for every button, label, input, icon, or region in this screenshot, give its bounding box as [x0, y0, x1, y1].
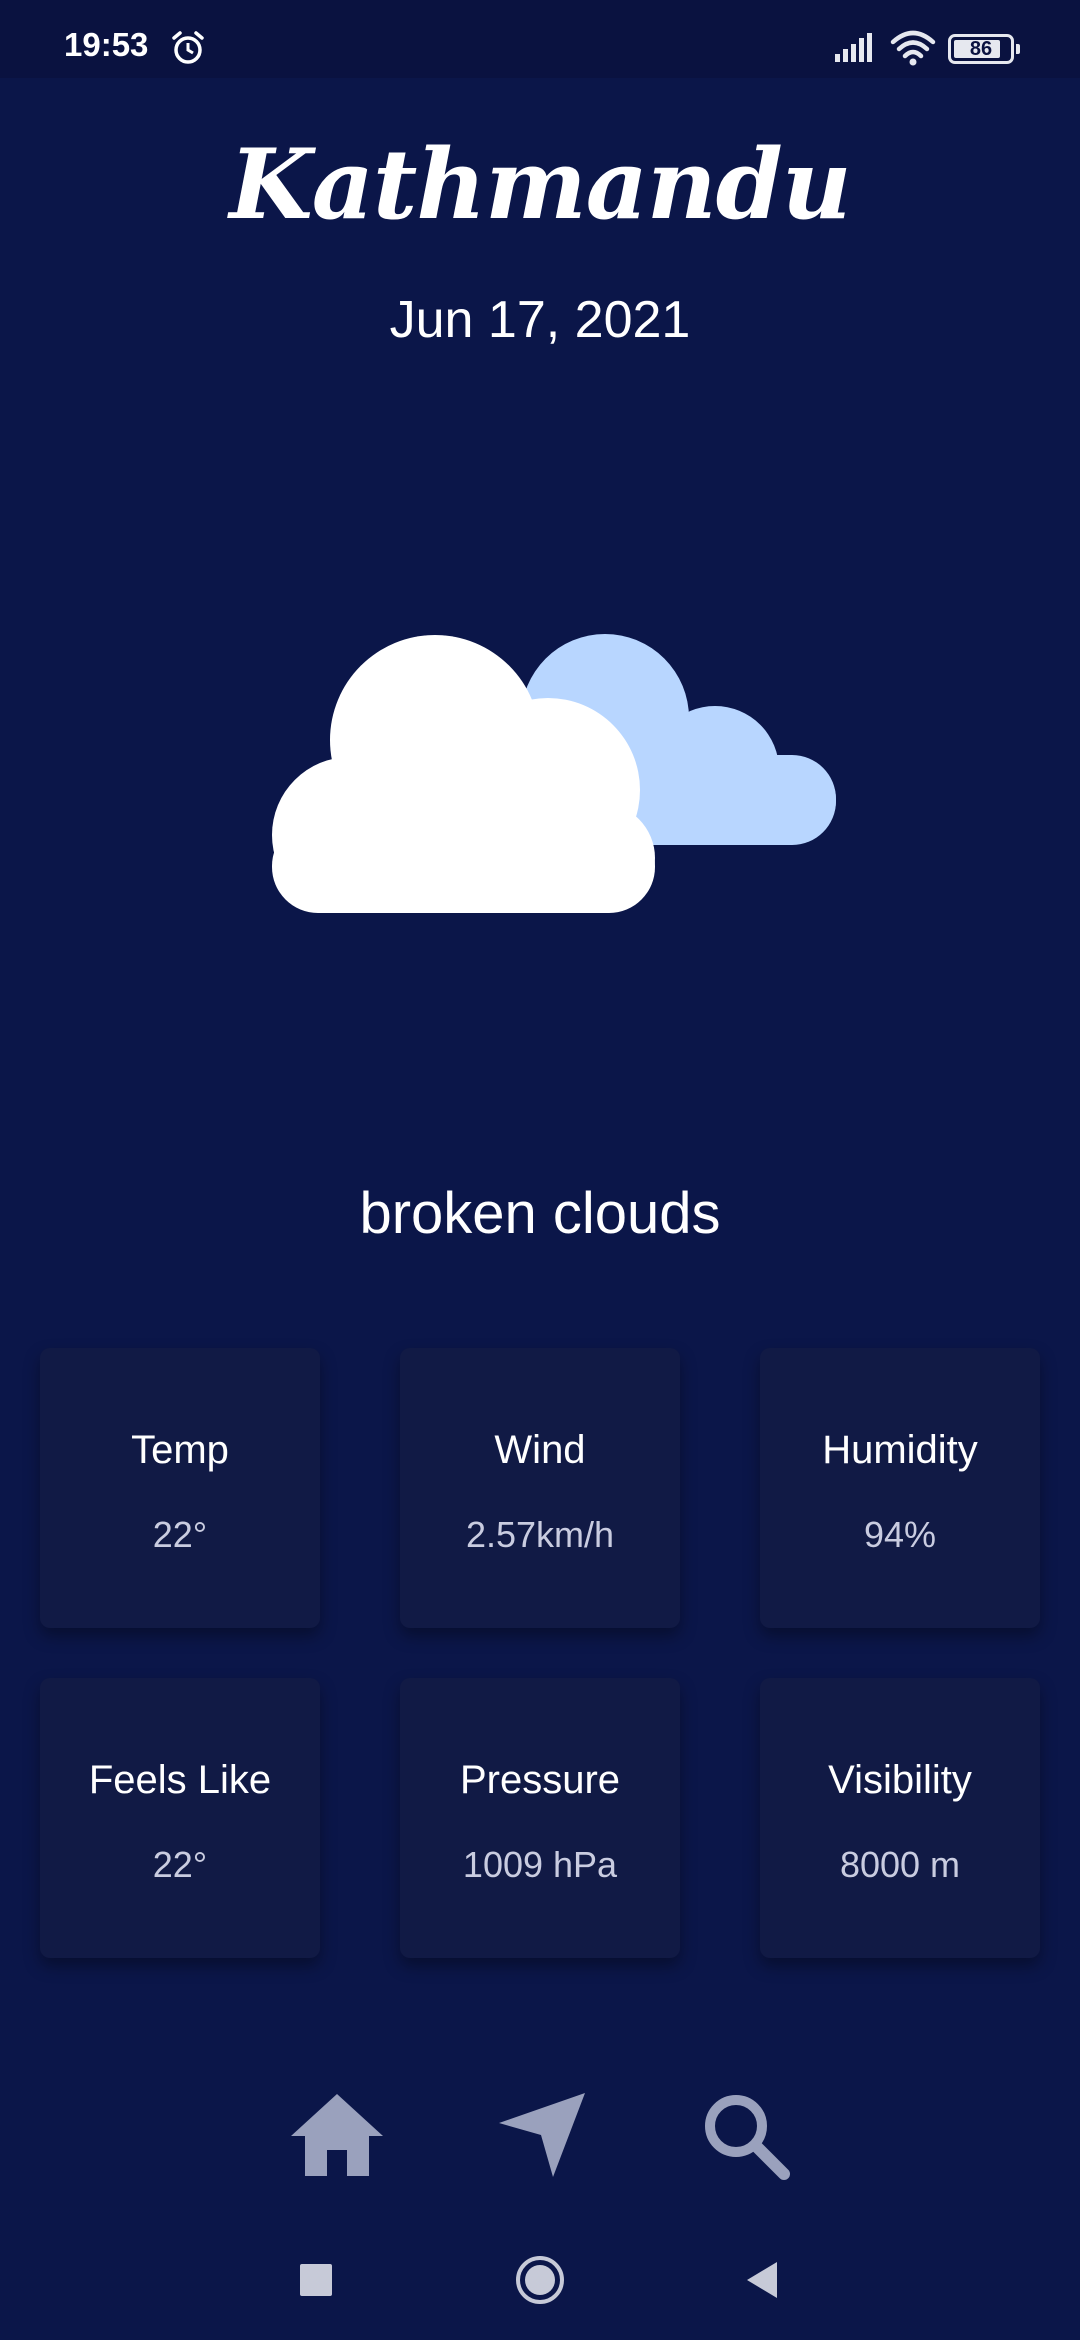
battery-icon: 86 [948, 34, 1020, 64]
stat-value: 2.57km/h [465, 1514, 615, 1555]
status-time: 19:53 [64, 26, 149, 63]
broken-clouds-icon [272, 634, 836, 913]
stat-value: 22° [152, 1844, 208, 1885]
home-circle-icon [516, 2256, 564, 2304]
back-button[interactable] [722, 2240, 802, 2320]
signal-icon [835, 33, 872, 62]
stat-label: Pressure [459, 1758, 621, 1802]
stat-label: Temp [131, 1428, 229, 1472]
alarm-icon [172, 31, 204, 64]
stat-label: Feels Like [88, 1758, 272, 1802]
stat-card-feels-like: Feels Like 22° [40, 1678, 320, 1958]
location-arrow-icon [499, 2093, 585, 2177]
recents-button[interactable] [276, 2240, 356, 2320]
stat-label: Visibility [828, 1758, 972, 1802]
stat-value: 1009 hPa [462, 1844, 618, 1885]
system-home-button[interactable] [500, 2240, 580, 2320]
stat-card-wind: Wind 2.57km/h [400, 1348, 680, 1628]
stat-card-temp: Temp 22° [40, 1348, 320, 1628]
home-icon [291, 2094, 383, 2176]
search-icon [705, 2095, 790, 2180]
nav-home-button[interactable] [282, 2080, 392, 2190]
wifi-icon [890, 30, 936, 66]
back-icon [747, 2262, 777, 2298]
stat-label: Wind [494, 1428, 586, 1472]
nav-location-button[interactable] [486, 2080, 596, 2190]
stat-card-visibility: Visibility 8000 m [760, 1678, 1040, 1958]
nav-search-button[interactable] [690, 2080, 800, 2190]
city-name: Kathmandu [229, 128, 851, 241]
weather-condition: broken clouds [359, 1181, 721, 1246]
stat-card-humidity: Humidity 94% [760, 1348, 1040, 1628]
stat-value: 8000 m [839, 1844, 961, 1885]
current-date: Jun 17, 2021 [389, 291, 691, 349]
stat-value: 22° [152, 1514, 208, 1555]
stat-label: Humidity [822, 1428, 978, 1472]
battery-level: 86 [969, 38, 993, 60]
stat-card-pressure: Pressure 1009 hPa [400, 1678, 680, 1958]
stat-value: 94% [863, 1514, 937, 1555]
status-bar: 19:53 86 [0, 0, 1080, 78]
system-nav-bar [0, 2220, 1080, 2340]
recents-icon [300, 2264, 332, 2296]
